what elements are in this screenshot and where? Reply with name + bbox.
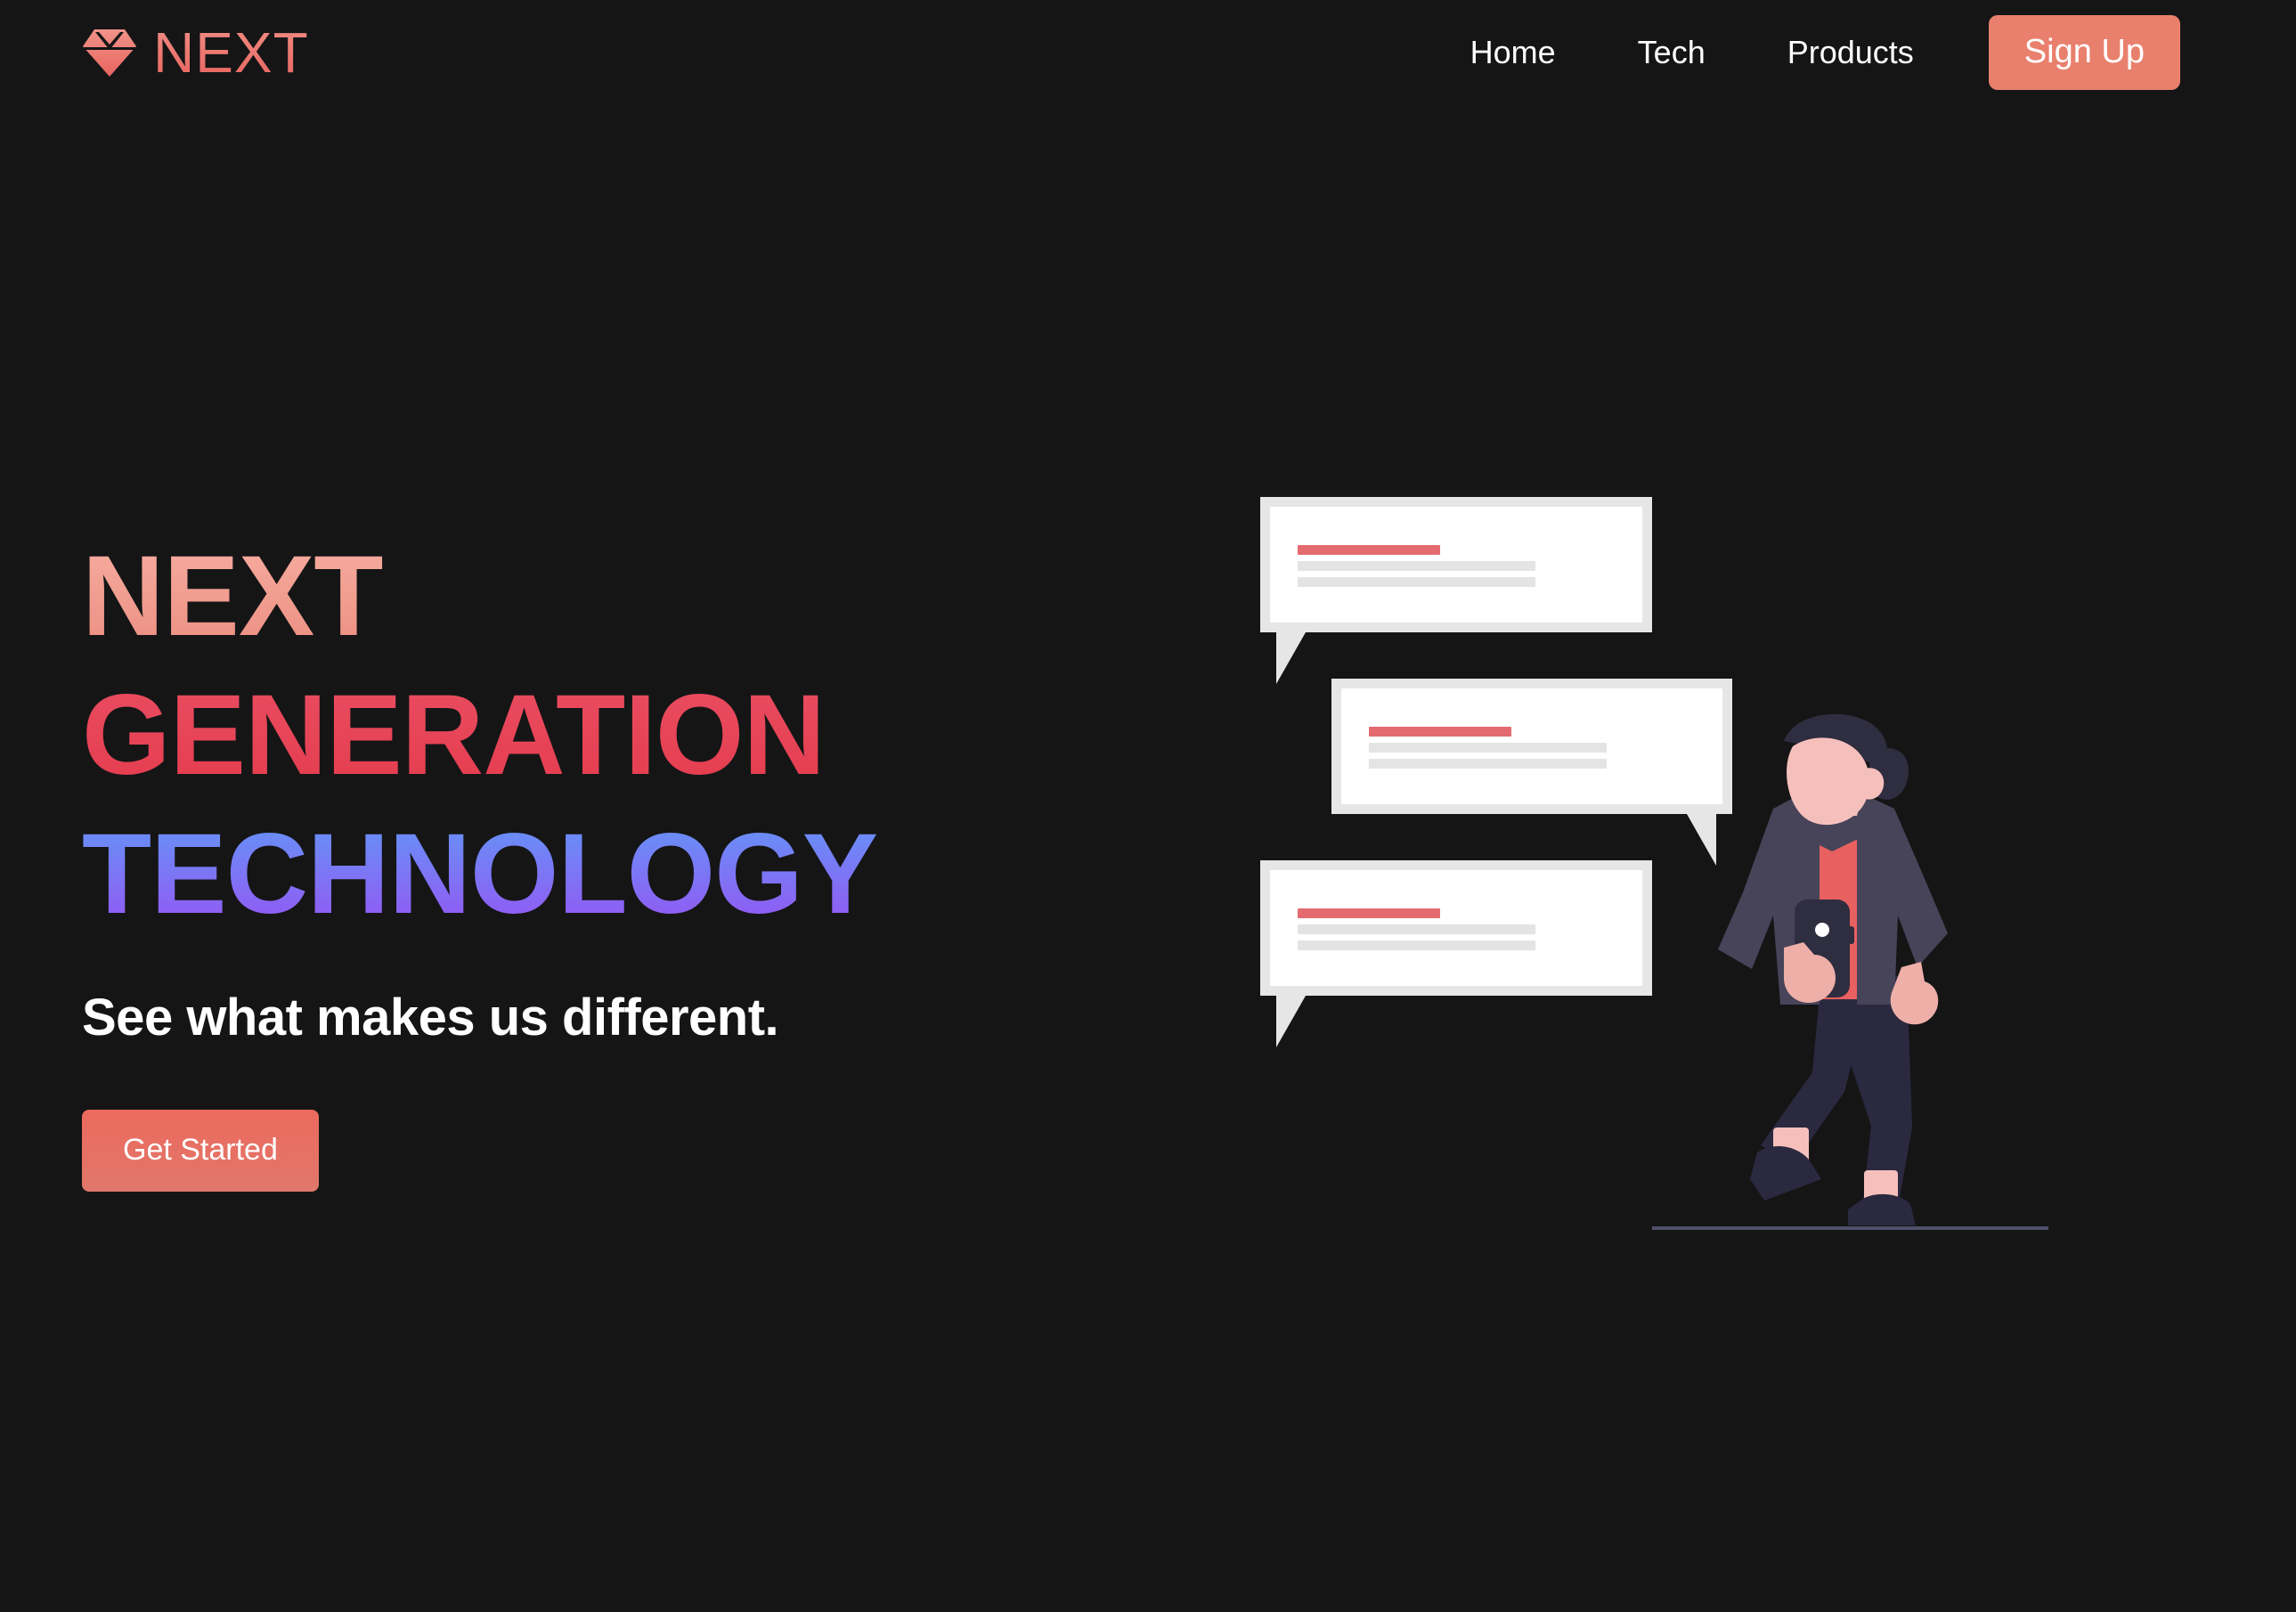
businessman-figure xyxy=(1718,713,1948,1225)
nav-link-home[interactable]: Home xyxy=(1429,37,1597,69)
chat-bubble-tail xyxy=(1276,632,1306,684)
person-shoe-right xyxy=(1848,1193,1916,1225)
get-started-button[interactable]: Get Started xyxy=(82,1110,319,1193)
person-phone-button xyxy=(1848,926,1854,944)
site-header: NEXT Home Tech Products Sign Up xyxy=(0,0,2296,105)
brand-name: NEXT xyxy=(153,20,309,85)
chat-bubble-accent-line xyxy=(1298,545,1440,555)
diamond-gem-icon xyxy=(83,29,136,77)
nav-link-tech[interactable]: Tech xyxy=(1597,37,1746,69)
chat-bubble-placeholder-line xyxy=(1369,743,1607,753)
hero-subheadline: See what makes us different. xyxy=(82,989,779,1047)
chat-bubble-1 xyxy=(1260,497,1652,684)
chat-bubble-placeholder-line xyxy=(1298,924,1535,934)
hero-headline: NEXT GENERATION TECHNOLOGY xyxy=(82,527,1062,944)
chat-bubble-placeholder-line xyxy=(1298,577,1535,587)
ground-line xyxy=(1652,1226,2048,1230)
brand-logo[interactable]: NEXT xyxy=(82,24,309,81)
hero-illustration xyxy=(1247,445,2191,1247)
chat-bubble-tail xyxy=(1276,996,1306,1047)
main-navigation: Home Tech Products Sign Up xyxy=(1429,15,2180,90)
chat-bubble-placeholder-line xyxy=(1298,940,1535,950)
headline-line-generation: GENERATION xyxy=(82,666,1062,805)
nav-link-products[interactable]: Products xyxy=(1746,37,1955,69)
headline-line-technology: TECHNOLOGY xyxy=(82,805,1062,944)
person-shoe-left xyxy=(1750,1146,1821,1201)
person-neck xyxy=(1807,794,1862,816)
chat-bubble-2 xyxy=(1331,679,1732,866)
hero-copy: NEXT GENERATION TECHNOLOGY See what make… xyxy=(82,527,1062,1193)
person-hand-right xyxy=(1890,962,1939,1025)
landing-page: NEXT Home Tech Products Sign Up NEXT GEN… xyxy=(0,0,2296,1612)
chat-bubble-placeholder-line xyxy=(1369,759,1607,769)
person-phone-camera xyxy=(1815,923,1829,937)
chat-bubble-placeholder-line xyxy=(1298,561,1535,571)
chat-bubble-3 xyxy=(1260,860,1652,1047)
chat-bubble-accent-line xyxy=(1298,908,1440,918)
sign-up-button[interactable]: Sign Up xyxy=(1988,15,2180,90)
chat-bubble-accent-line xyxy=(1369,727,1511,737)
headline-line-next: NEXT xyxy=(82,527,1062,666)
